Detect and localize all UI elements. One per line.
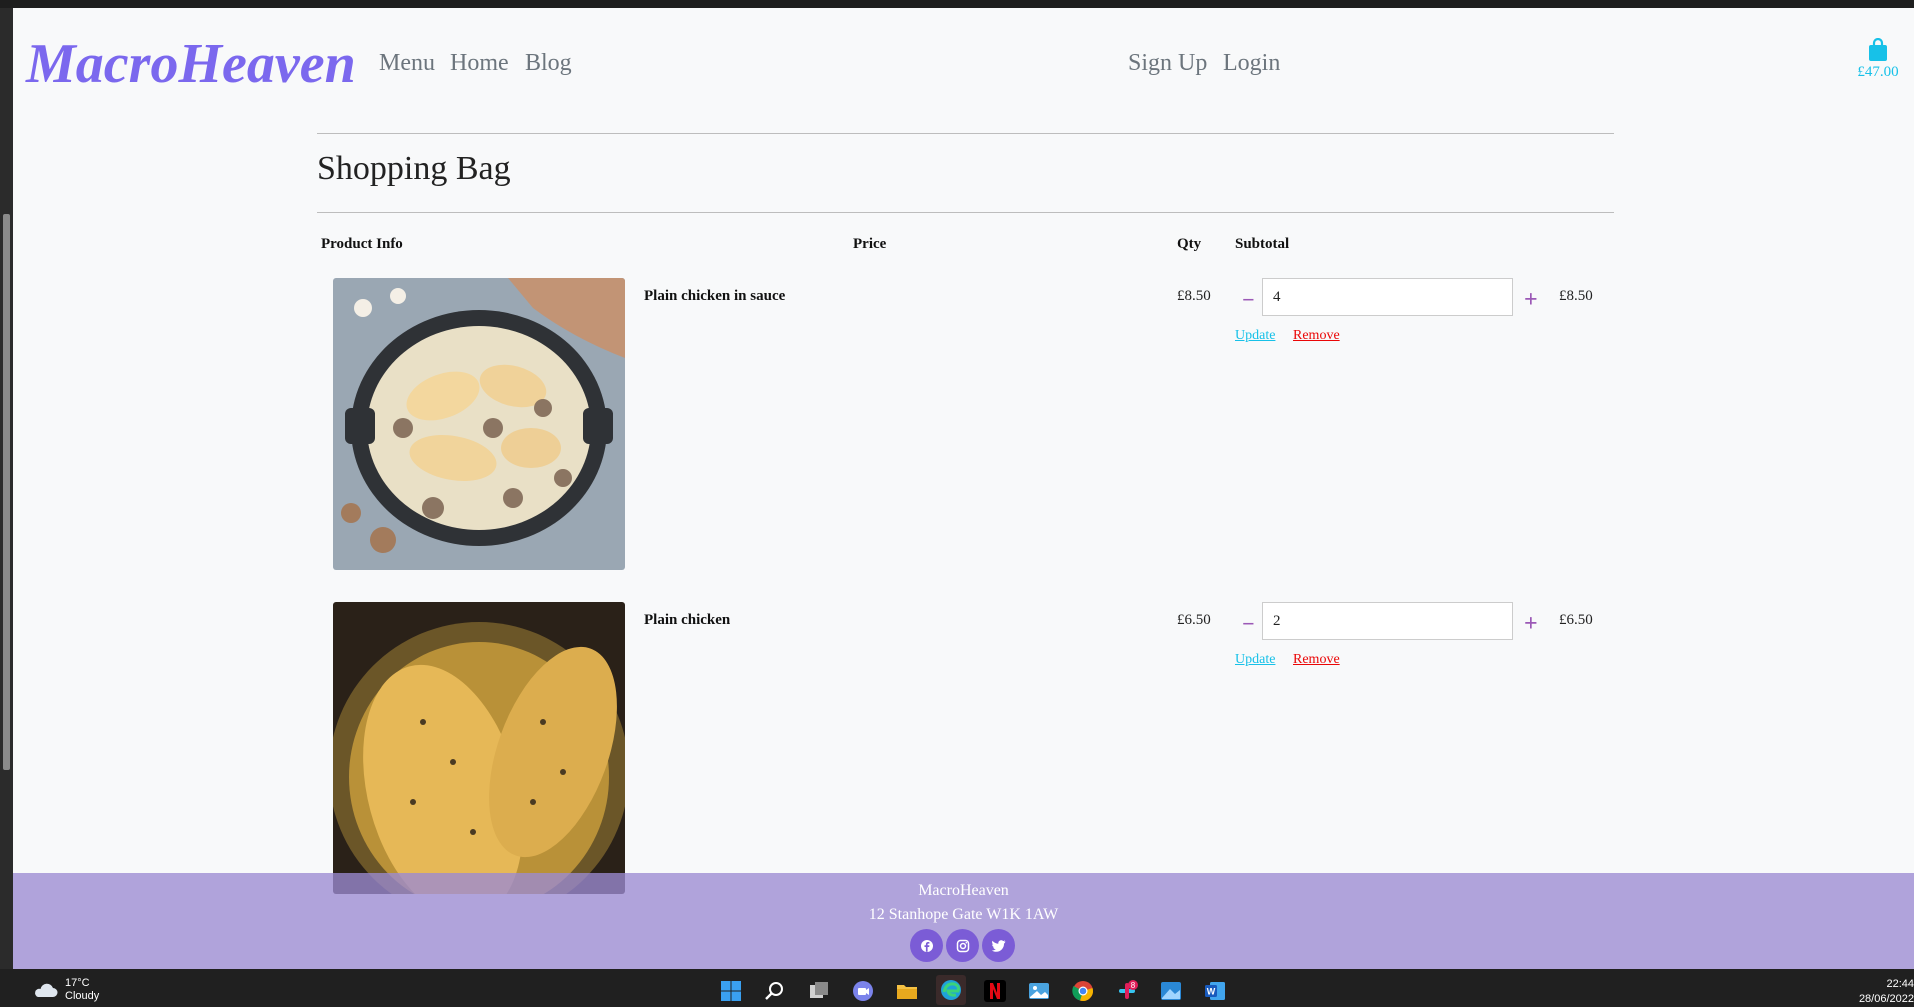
nav-signup-link[interactable]: Sign Up	[1128, 50, 1207, 77]
product-subtotal: £8.50	[1559, 288, 1593, 304]
product-image	[333, 602, 625, 894]
start-menu-icon[interactable]	[720, 980, 742, 1002]
weather-temperature: 17°C	[65, 977, 90, 989]
product-image	[333, 278, 625, 570]
edge-browser-icon[interactable]	[936, 975, 966, 1005]
browser-viewport: MacroHeaven Menu Home Blog Sign Up Login…	[13, 8, 1914, 969]
update-link[interactable]: Update	[1235, 652, 1275, 668]
photos-app-icon[interactable]	[1028, 980, 1050, 1002]
facebook-icon[interactable]	[910, 929, 943, 962]
product-price: £6.50	[1177, 612, 1211, 628]
column-header-product: Product Info	[321, 236, 403, 252]
site-logo[interactable]: MacroHeaven	[26, 32, 356, 96]
system-clock[interactable]: 22:44 28/06/2022	[1848, 977, 1914, 1007]
product-price: £8.50	[1177, 288, 1211, 304]
footer-brand: MacroHeaven	[918, 882, 1009, 899]
product-name[interactable]: Plain chicken in sauce	[644, 288, 785, 305]
decrement-qty-button[interactable]: −	[1242, 611, 1255, 637]
site-footer: MacroHeaven 12 Stanhope Gate W1K 1AW	[13, 873, 1914, 969]
teams-chat-icon[interactable]	[852, 980, 874, 1002]
twitter-icon[interactable]	[982, 929, 1015, 962]
divider	[317, 212, 1614, 213]
word-icon[interactable]: W	[1204, 980, 1226, 1002]
divider	[317, 133, 1614, 134]
weather-description: Cloudy	[65, 990, 100, 1002]
bag-total: £47.00	[1857, 64, 1899, 80]
instagram-icon[interactable]	[946, 929, 979, 962]
quantity-input[interactable]	[1262, 278, 1513, 316]
nav-home-link[interactable]: Home	[450, 50, 509, 77]
gallery-icon[interactable]	[1160, 980, 1182, 1002]
shopping-bag-icon	[1869, 38, 1887, 61]
quantity-input[interactable]	[1262, 602, 1513, 640]
svg-text:8: 8	[1131, 981, 1136, 990]
clock-date: 28/06/2022	[1858, 993, 1914, 1005]
increment-qty-button[interactable]: +	[1524, 287, 1538, 314]
chrome-icon[interactable]	[1072, 980, 1094, 1002]
footer-address: 12 Stanhope Gate W1K 1AW	[868, 906, 1059, 923]
file-explorer-icon[interactable]	[896, 980, 918, 1002]
search-icon[interactable]	[764, 980, 786, 1002]
column-header-price: Price	[853, 236, 887, 252]
remove-link[interactable]: Remove	[1293, 652, 1340, 668]
scrollbar-thumb[interactable]	[3, 214, 10, 770]
product-name[interactable]: Plain chicken	[644, 612, 730, 629]
clock-time: 22:44	[1886, 978, 1914, 990]
product-subtotal: £6.50	[1559, 612, 1593, 628]
left-scrollbar[interactable]	[0, 8, 13, 969]
nav-blog-link[interactable]: Blog	[525, 50, 572, 77]
social-links	[910, 929, 1015, 962]
netflix-icon[interactable]	[984, 980, 1006, 1002]
update-link[interactable]: Update	[1235, 328, 1275, 344]
column-header-qty: Qty	[1177, 236, 1202, 252]
shopping-bag-button[interactable]: £47.00	[1843, 38, 1913, 81]
nav-menu-link[interactable]: Menu	[379, 50, 435, 77]
task-view-icon[interactable]	[808, 980, 830, 1002]
nav-login-link[interactable]: Login	[1223, 50, 1280, 77]
svg-text:W: W	[1207, 987, 1216, 997]
cloud-icon	[35, 983, 58, 997]
window-top-bar	[0, 0, 1914, 8]
page-title: Shopping Bag	[317, 150, 511, 187]
remove-link[interactable]: Remove	[1293, 328, 1340, 344]
slack-icon[interactable]: 8	[1116, 980, 1138, 1002]
decrement-qty-button[interactable]: −	[1242, 287, 1255, 313]
column-header-subtotal: Subtotal	[1235, 236, 1290, 252]
increment-qty-button[interactable]: +	[1524, 611, 1538, 638]
os-taskbar: 17°C Cloudy 8 W 22:44 28/06/2022	[0, 969, 1914, 1007]
